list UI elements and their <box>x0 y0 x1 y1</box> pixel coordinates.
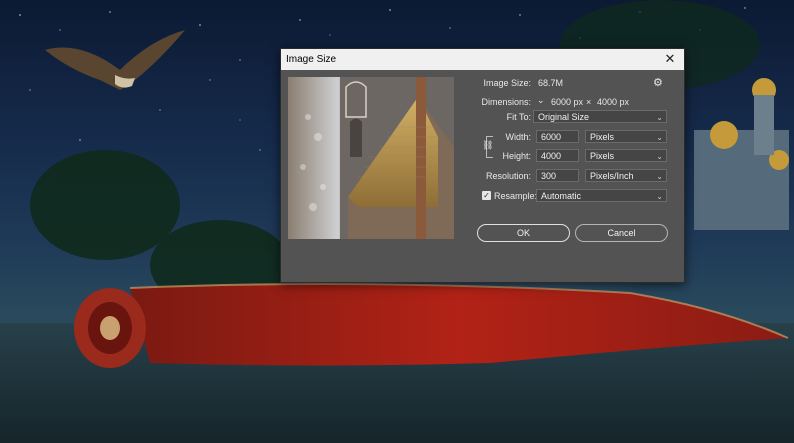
height-unit-select[interactable]: Pixels ⌄ <box>585 149 667 162</box>
resample-select[interactable]: Automatic ⌄ <box>536 189 667 202</box>
fit-to-value: Original Size <box>538 112 590 122</box>
dimensions-width: 6000 px <box>551 97 584 107</box>
resolution-label: Resolution: <box>485 171 531 181</box>
height-input[interactable]: 4000 <box>536 149 579 162</box>
chevron-down-icon[interactable]: ⌄ <box>537 95 545 106</box>
dimensions-height: 4000 px <box>597 97 630 107</box>
height-unit: Pixels <box>590 151 615 161</box>
dialog-titlebar: Image Size ✕ <box>281 49 684 70</box>
image-size-value: 68.7M <box>538 78 564 88</box>
width-input[interactable]: 6000 <box>536 130 579 143</box>
carpet-illustration <box>74 283 789 368</box>
resolution-unit-select[interactable]: Pixels/Inch ⌄ <box>585 169 667 182</box>
eagle-illustration <box>45 30 185 90</box>
resolution-value: 300 <box>541 171 557 181</box>
gear-icon[interactable]: ⚙ <box>653 76 663 89</box>
dimensions-label: Dimensions: <box>481 97 531 107</box>
close-icon[interactable]: ✕ <box>662 51 678 67</box>
width-unit: Pixels <box>590 132 615 142</box>
palace-illustration <box>694 78 789 230</box>
resample-label: Resample: <box>494 191 538 201</box>
image-size-dialog: Image Size ✕ Image Size: 68.7M ⚙ Dimensi… <box>280 48 685 283</box>
dialog-title: Image Size <box>286 54 337 65</box>
width-label: Width: <box>505 132 531 142</box>
ok-button[interactable]: OK <box>477 224 570 242</box>
height-value: 4000 <box>541 151 562 161</box>
height-label: Height: <box>502 151 531 161</box>
resample-checkbox[interactable]: ✓ <box>482 191 491 200</box>
preview-image <box>288 77 454 239</box>
chevron-down-icon: ⌄ <box>656 192 663 201</box>
resolution-input[interactable]: 300 <box>536 169 579 182</box>
width-unit-select[interactable]: Pixels ⌄ <box>585 130 667 143</box>
fit-to-select[interactable]: Original Size ⌄ <box>533 110 667 123</box>
fit-to-label: Fit To: <box>506 112 531 122</box>
chevron-down-icon: ⌄ <box>656 152 663 161</box>
dimensions-multiply: × <box>586 97 592 107</box>
cancel-button[interactable]: Cancel <box>575 224 668 242</box>
image-preview[interactable] <box>288 77 454 239</box>
resample-value: Automatic <box>541 191 582 201</box>
chevron-down-icon: ⌄ <box>656 172 663 181</box>
chevron-down-icon: ⌄ <box>656 113 663 122</box>
chevron-down-icon: ⌄ <box>656 133 663 142</box>
resolution-unit: Pixels/Inch <box>590 171 634 181</box>
image-size-label: Image Size: <box>483 78 531 88</box>
width-value: 6000 <box>541 132 562 142</box>
